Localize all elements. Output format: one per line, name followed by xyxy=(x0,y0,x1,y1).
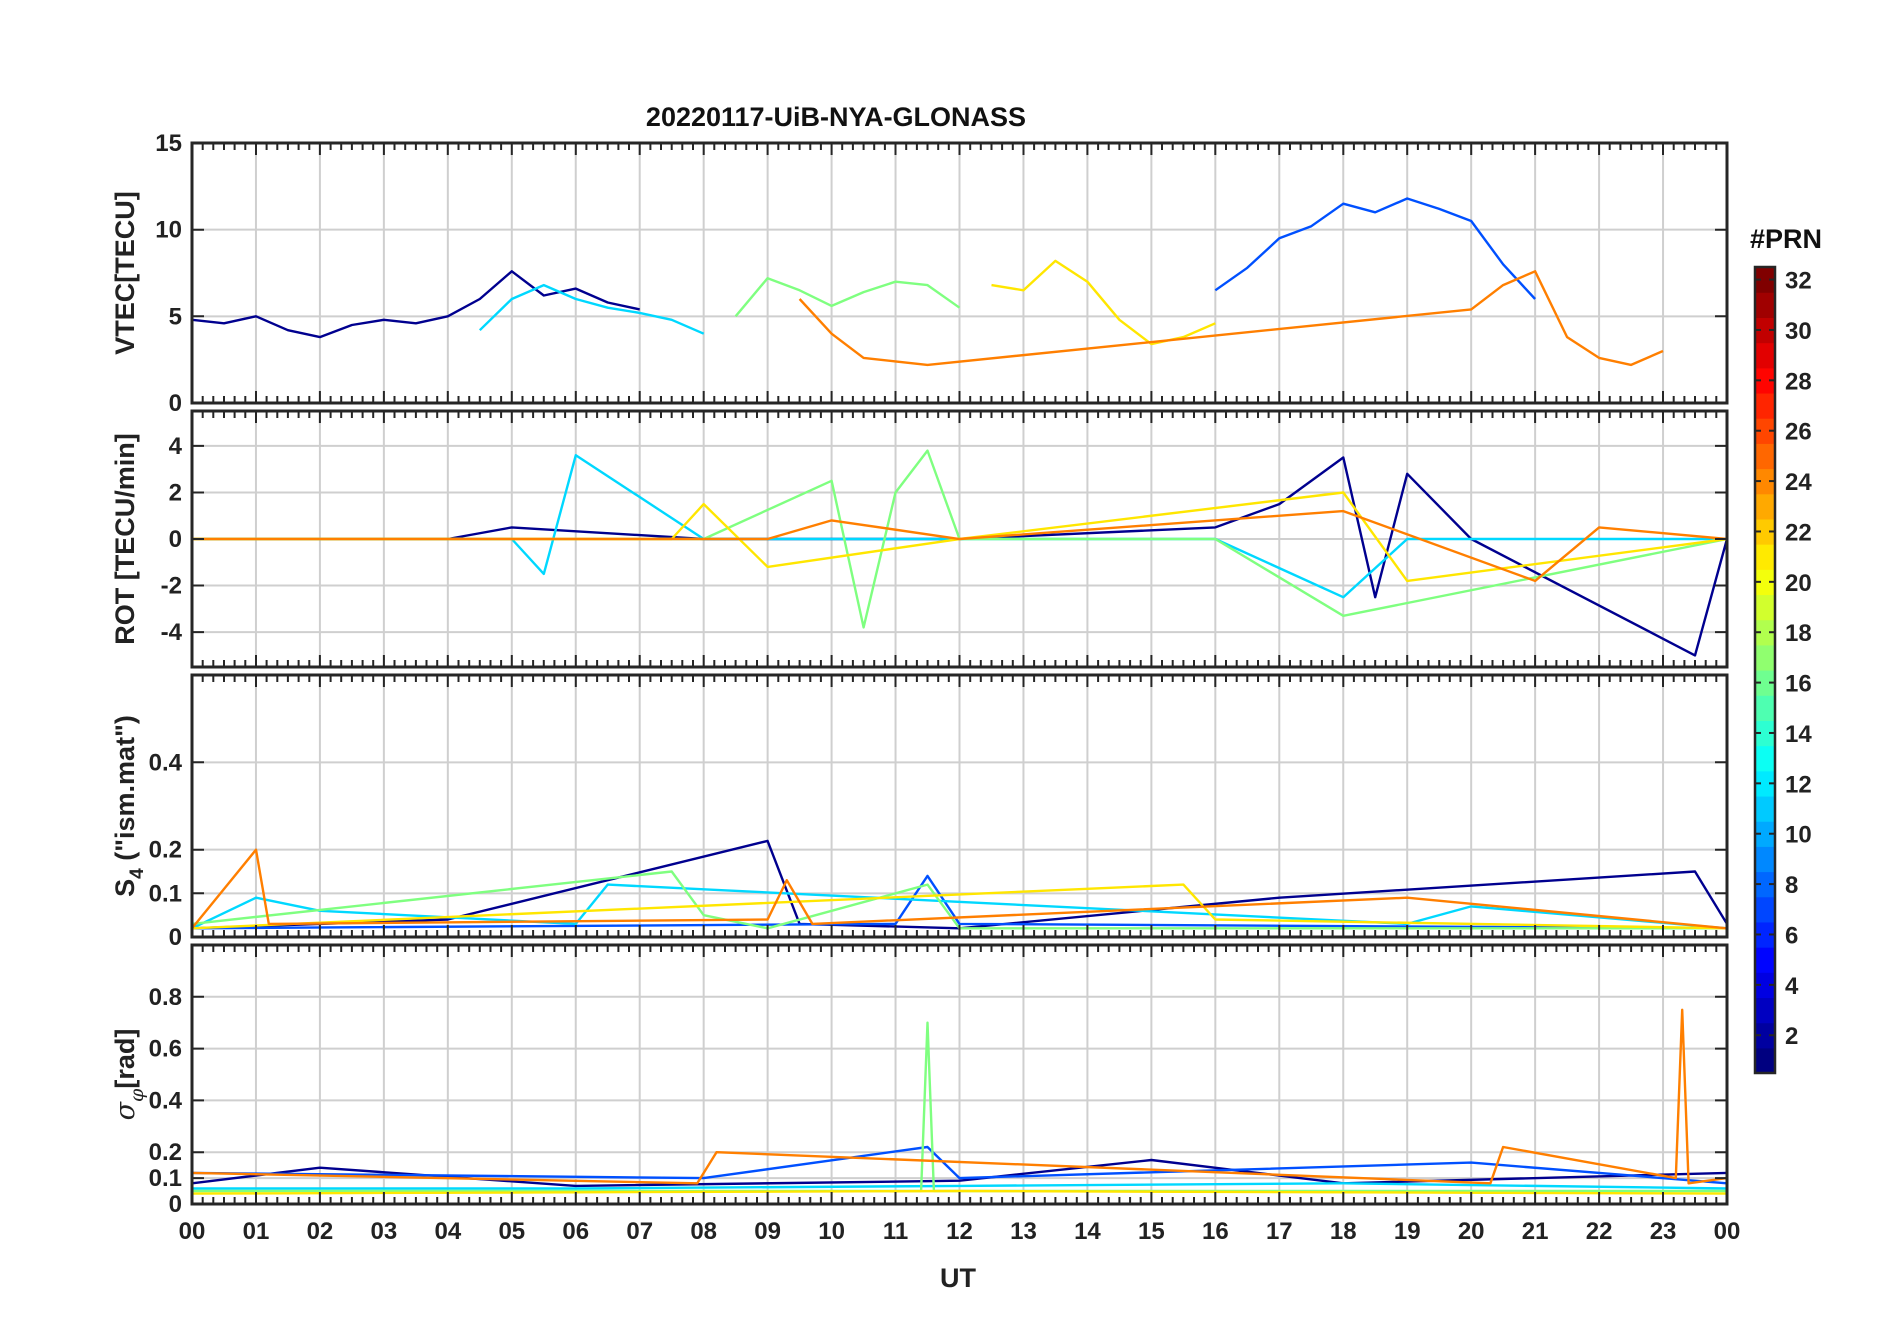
x-tick-label: 09 xyxy=(754,1218,781,1245)
x-tick-label: 05 xyxy=(498,1218,525,1245)
colorbar-tick-label: 24 xyxy=(1785,469,1812,496)
colorbar-segment xyxy=(1755,342,1775,369)
colorbar-tick-label: 6 xyxy=(1785,922,1798,949)
y-tick-label: 2 xyxy=(169,479,182,506)
colorbar-tick-label: 16 xyxy=(1785,671,1812,698)
y-tick-label: 0 xyxy=(169,526,182,553)
colorbar-segment xyxy=(1755,947,1775,973)
x-tick-label: 13 xyxy=(1010,1218,1037,1245)
colorbar-tick-label: 32 xyxy=(1785,268,1812,295)
x-tick-label: 08 xyxy=(690,1218,717,1245)
colorbar-tick-label: 12 xyxy=(1785,771,1812,798)
colorbar-segment xyxy=(1755,392,1775,419)
colorbar-tick-label: 18 xyxy=(1785,620,1812,647)
y-tick-label: -2 xyxy=(161,573,182,600)
colorbar-segment xyxy=(1755,795,1775,822)
y-tick-label: 0.1 xyxy=(149,1165,182,1192)
colorbar-segment xyxy=(1755,1047,1775,1074)
colorbar-tick-label: 28 xyxy=(1785,368,1812,395)
y-tick-label: 0.6 xyxy=(149,1036,182,1063)
x-axis-title: UT xyxy=(940,1263,976,1293)
colorbar-tick-label: 14 xyxy=(1785,721,1812,748)
x-tick-label: 02 xyxy=(307,1218,334,1245)
y-tick-label: 0.1 xyxy=(149,880,182,907)
colorbar-tick-label: 2 xyxy=(1785,1023,1798,1050)
y-tick-label: 0 xyxy=(169,1191,182,1218)
colorbar-segment xyxy=(1755,695,1775,721)
y-tick-label: 4 xyxy=(169,433,183,460)
colorbar-segment xyxy=(1755,997,1775,1024)
colorbar-tick-label: 8 xyxy=(1785,872,1798,899)
y-tick-label: 15 xyxy=(155,130,182,157)
x-tick-label: 01 xyxy=(243,1218,270,1245)
x-tick-label: 00 xyxy=(179,1218,206,1245)
x-tick-label: 04 xyxy=(434,1218,461,1245)
x-tick-label: 03 xyxy=(371,1218,398,1245)
x-tick-label: 12 xyxy=(946,1218,973,1245)
y-tick-label: 5 xyxy=(169,303,182,330)
x-tick-label: 20 xyxy=(1458,1218,1485,1245)
y-tick-label: -4 xyxy=(161,619,183,646)
x-tick-label: 22 xyxy=(1586,1218,1613,1245)
x-tick-label: 14 xyxy=(1074,1218,1101,1245)
x-tick-label: 19 xyxy=(1394,1218,1421,1245)
colorbar-tick-label: 26 xyxy=(1785,419,1812,446)
y-tick-label: 0.4 xyxy=(149,749,183,776)
x-tick-label: 15 xyxy=(1138,1218,1165,1245)
y-tick-label: 0.2 xyxy=(149,1139,182,1166)
colorbar-segment xyxy=(1755,896,1775,923)
y-tick-label: 0.4 xyxy=(149,1087,183,1114)
colorbar-tick-label: 30 xyxy=(1785,318,1812,345)
x-tick-label: 07 xyxy=(626,1218,653,1245)
colorbar-segment xyxy=(1755,493,1775,520)
y-axis-title-vtec: VTEC[TECU] xyxy=(110,191,140,355)
y-tick-label: 0.8 xyxy=(149,984,182,1011)
colorbar-segment xyxy=(1755,292,1775,318)
x-tick-label: 11 xyxy=(883,1218,908,1245)
x-tick-label: 16 xyxy=(1202,1218,1229,1245)
colorbar-label: #PRN xyxy=(1750,224,1822,254)
colorbar-segment xyxy=(1755,644,1775,671)
colorbar-segment xyxy=(1755,846,1775,873)
x-tick-label: 18 xyxy=(1330,1218,1357,1245)
x-tick-label: 00 xyxy=(1714,1218,1741,1245)
y-tick-label: 0 xyxy=(169,390,182,417)
colorbar-tick-label: 20 xyxy=(1785,570,1812,597)
colorbar-segment xyxy=(1755,544,1775,570)
x-tick-label: 23 xyxy=(1650,1218,1677,1245)
x-tick-label: 21 xyxy=(1522,1218,1549,1245)
colorbar-tick-label: 10 xyxy=(1785,822,1812,849)
colorbar-tick-label: 4 xyxy=(1785,973,1799,1000)
figure-background xyxy=(0,0,1902,1330)
y-tick-label: 10 xyxy=(155,217,182,244)
colorbar-segment xyxy=(1755,443,1775,470)
colorbar-segment xyxy=(1755,594,1775,621)
y-tick-label: 0.2 xyxy=(149,837,182,864)
colorbar-tick-label: 22 xyxy=(1785,519,1812,546)
x-tick-label: 10 xyxy=(818,1218,845,1245)
colorbar-segment xyxy=(1755,745,1775,772)
figure: 20220117-UiB-NYA-GLONASS 051015VTEC[TECU… xyxy=(0,0,1902,1330)
x-tick-label: 06 xyxy=(562,1218,589,1245)
chart-title: 20220117-UiB-NYA-GLONASS xyxy=(646,102,1026,132)
x-tick-label: 17 xyxy=(1266,1218,1293,1245)
y-tick-label: 0 xyxy=(169,924,182,951)
y-axis-title-rot: ROT [TECU/min] xyxy=(110,433,140,644)
